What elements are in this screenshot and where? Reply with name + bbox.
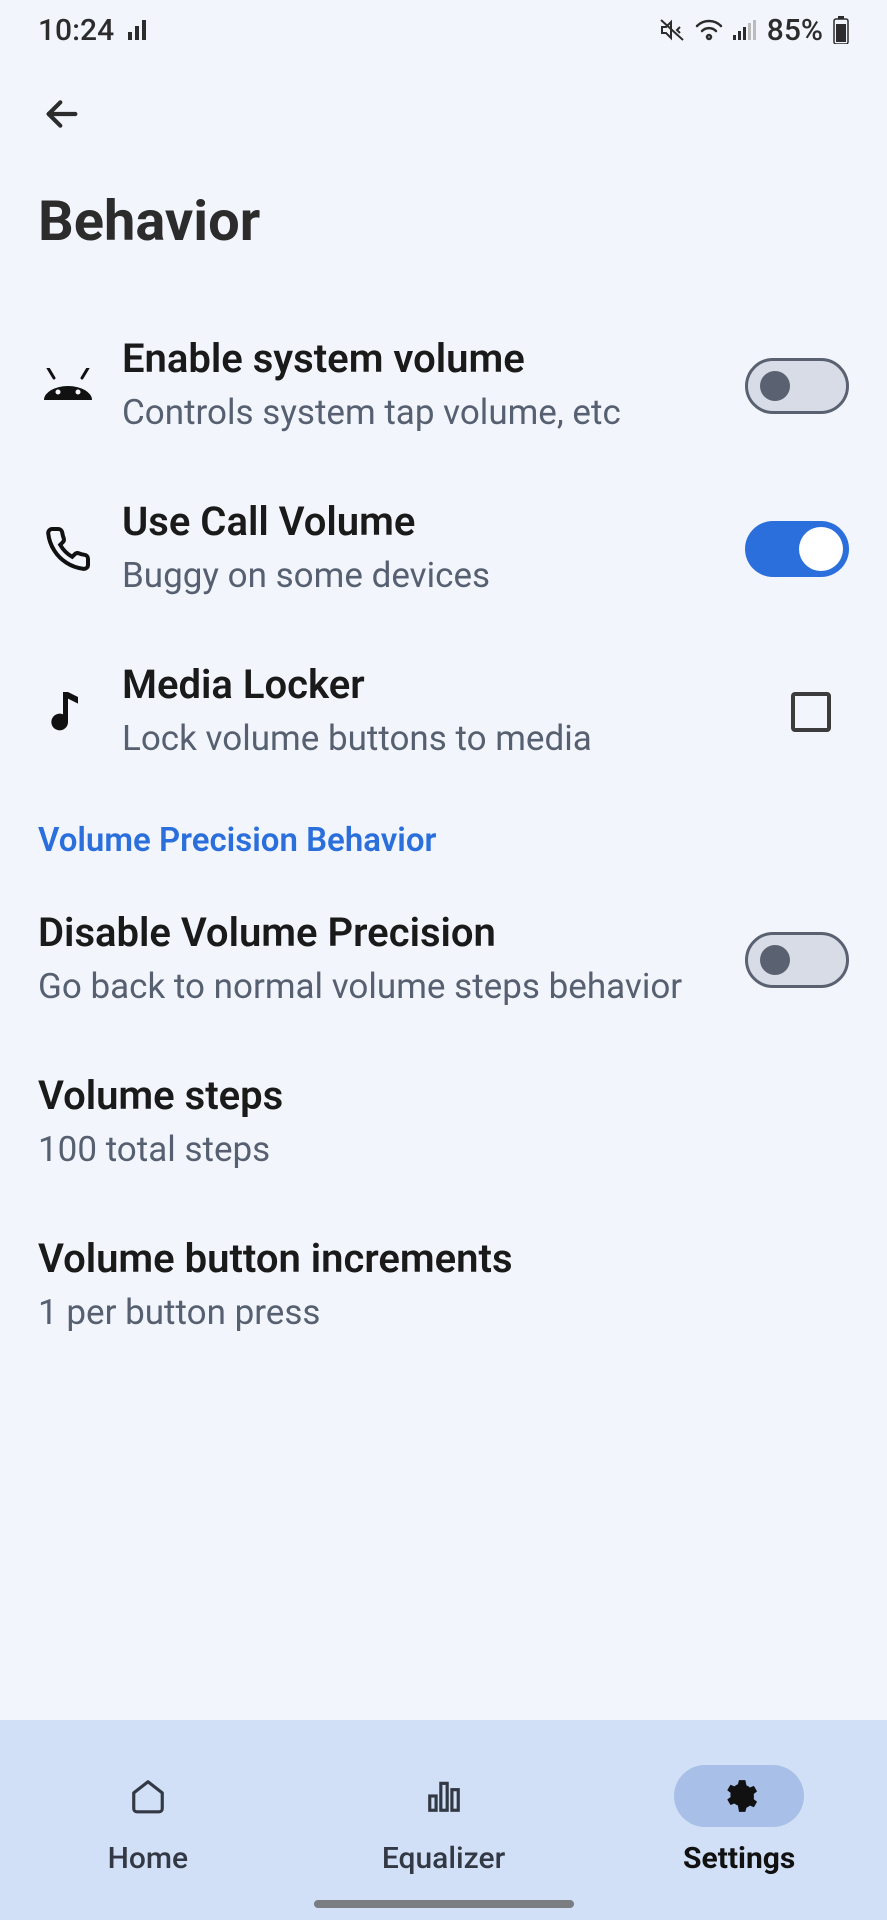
setting-sub: Buggy on some devices [122, 551, 715, 600]
toggle-disable-precision[interactable] [745, 932, 849, 988]
toggle-use-call-volume[interactable] [745, 521, 849, 577]
cell-signal-icon [733, 20, 757, 40]
android-icon [38, 368, 98, 404]
setting-title: Use Call Volume [122, 497, 715, 547]
setting-disable-precision[interactable]: Disable Volume Precision Go back to norm… [38, 878, 849, 1041]
page-title: Behavior [0, 158, 887, 304]
nav-label: Equalizer [382, 1841, 505, 1876]
phone-icon [38, 525, 98, 573]
music-note-icon [38, 688, 98, 736]
setting-title: Volume button increments [38, 1234, 849, 1284]
setting-sub: Lock volume buttons to media [122, 714, 715, 763]
setting-use-call-volume[interactable]: Use Call Volume Buggy on some devices [38, 467, 849, 630]
section-volume-precision: Volume Precision Behavior [38, 793, 849, 878]
nav-label: Settings [683, 1841, 795, 1876]
setting-enable-system-volume[interactable]: Enable system volume Controls system tap… [38, 304, 849, 467]
setting-volume-steps[interactable]: Volume steps 100 total steps [38, 1041, 849, 1204]
setting-media-locker[interactable]: Media Locker Lock volume buttons to medi… [38, 630, 849, 793]
setting-sub: 1 per button press [38, 1288, 849, 1337]
nav-equalizer[interactable]: Equalizer [296, 1720, 592, 1920]
status-bar: 10:24 85% [0, 0, 887, 60]
equalizer-icon [425, 1777, 463, 1815]
battery-percent: 85% [767, 13, 823, 48]
signal-icon [128, 20, 150, 40]
back-button[interactable] [38, 90, 86, 138]
gesture-bar [314, 1900, 574, 1908]
mute-icon [659, 18, 685, 42]
settings-content: Enable system volume Controls system tap… [0, 304, 887, 1720]
setting-title: Volume steps [38, 1071, 849, 1121]
nav-label: Home [108, 1841, 189, 1876]
bottom-nav: Home Equalizer Settings [0, 1720, 887, 1920]
nav-home[interactable]: Home [0, 1720, 296, 1920]
setting-title: Enable system volume [122, 334, 715, 384]
setting-button-increments[interactable]: Volume button increments 1 per button pr… [38, 1204, 849, 1367]
setting-title: Disable Volume Precision [38, 908, 715, 958]
home-icon [129, 1777, 167, 1815]
toggle-enable-system-volume[interactable] [745, 358, 849, 414]
battery-icon [833, 16, 849, 44]
app-bar [0, 60, 887, 158]
setting-title: Media Locker [122, 660, 715, 710]
checkbox-media-locker[interactable] [791, 692, 831, 732]
setting-sub: 100 total steps [38, 1125, 849, 1174]
wifi-icon [695, 19, 723, 41]
gear-icon [720, 1777, 758, 1815]
setting-sub: Go back to normal volume steps behavior [38, 962, 715, 1011]
status-time: 10:24 [38, 13, 114, 48]
setting-sub: Controls system tap volume, etc [122, 388, 715, 437]
nav-settings[interactable]: Settings [591, 1720, 887, 1920]
